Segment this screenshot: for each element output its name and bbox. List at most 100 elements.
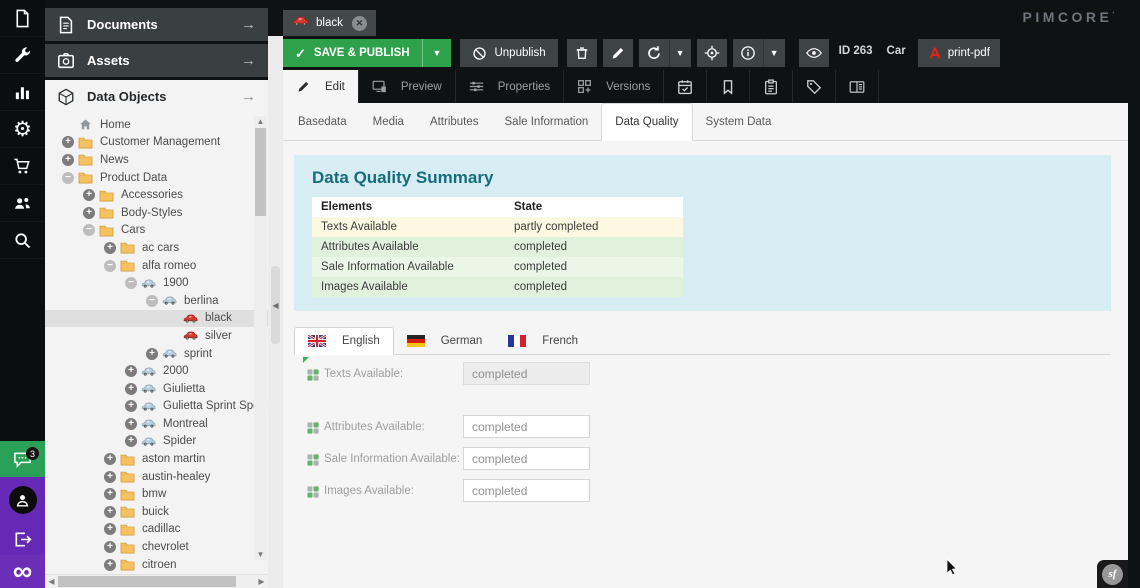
print-pdf-button[interactable]: print-pdf — [918, 39, 1000, 67]
info-button-caret[interactable]: ▼ — [763, 39, 785, 67]
expand-icon[interactable]: + — [83, 206, 99, 219]
tab-edit[interactable]: Edit — [283, 70, 359, 103]
subtab-basedata[interactable]: Basedata — [285, 103, 360, 141]
scroll-up-icon[interactable]: ▲ — [254, 116, 267, 127]
scrollbar-thumb[interactable] — [255, 128, 266, 216]
collapse-icon[interactable]: − — [125, 277, 141, 290]
open-preview-button[interactable] — [799, 39, 829, 67]
close-icon[interactable]: ✕ — [352, 16, 367, 31]
tree-item-gulietta-sprint-speciale[interactable]: +Gulietta Sprint Speciale — [45, 398, 268, 416]
tree-item-montreal[interactable]: +Montreal — [45, 415, 268, 433]
tree-item-product-data[interactable]: −Product Data — [45, 169, 268, 187]
info-button[interactable] — [733, 39, 763, 67]
save-options-caret[interactable]: ▼ — [422, 39, 452, 67]
tab-reports[interactable] — [750, 70, 793, 103]
accordion-data-objects[interactable]: Data Objects → — [45, 80, 268, 113]
collapse-icon[interactable]: − — [104, 259, 120, 272]
reports-icon[interactable] — [0, 74, 45, 111]
symfony-toolbar-button[interactable]: sf — [1097, 560, 1128, 588]
tree-item-ac-cars[interactable]: +ac cars — [45, 239, 268, 257]
tree-vertical-scrollbar[interactable]: ▲ ▼ — [254, 116, 267, 560]
expand-icon[interactable]: + — [104, 558, 120, 571]
search-icon[interactable] — [0, 222, 45, 259]
scroll-left-icon[interactable]: ◀ — [45, 575, 58, 588]
tools-icon[interactable] — [0, 37, 45, 74]
tree-item-cars[interactable]: −Cars — [45, 222, 268, 240]
subtab-sale-information[interactable]: Sale Information — [492, 103, 602, 141]
scrollbar-thumb[interactable] — [58, 576, 236, 587]
settings-icon[interactable]: ⚙ — [0, 111, 45, 148]
notifications-icon[interactable]: 3 — [0, 441, 45, 477]
expand-icon[interactable]: + — [104, 241, 120, 254]
tree-item-1900[interactable]: −1900 — [45, 274, 268, 292]
tree-item-sprint[interactable]: +sprint — [45, 345, 268, 363]
tab-schedule[interactable] — [664, 70, 707, 103]
reload-button[interactable] — [639, 39, 669, 67]
tree-item-accessories[interactable]: +Accessories — [45, 186, 268, 204]
tree-item-cadillac[interactable]: +cadillac — [45, 521, 268, 539]
expand-icon[interactable]: + — [125, 400, 141, 413]
panel-splitter[interactable]: ◀ — [268, 36, 283, 588]
expand-icon[interactable]: + — [62, 136, 78, 149]
tree-item-bmw[interactable]: +bmw — [45, 485, 268, 503]
tree-item-spider[interactable]: +Spider — [45, 433, 268, 451]
tree-item-black[interactable]: black — [45, 310, 268, 328]
accordion-documents[interactable]: Documents → — [45, 8, 268, 41]
tree-item-aston-martin[interactable]: +aston martin — [45, 450, 268, 468]
subtab-system-data[interactable]: System Data — [693, 103, 785, 141]
language-tab-english[interactable]: English — [294, 327, 394, 355]
collapse-icon[interactable]: − — [62, 171, 78, 184]
tree-item-buick[interactable]: +buick — [45, 503, 268, 521]
tree-item-citroen[interactable]: +citroen — [45, 556, 268, 574]
tree-item-austin-healey[interactable]: +austin-healey — [45, 468, 268, 486]
arrow-right-icon[interactable]: → — [241, 52, 256, 69]
arrow-right-icon[interactable]: → — [241, 16, 256, 33]
tree-item-chevrolet[interactable]: +chevrolet — [45, 538, 268, 556]
expand-icon[interactable]: + — [104, 470, 120, 483]
locate-in-tree-button[interactable] — [697, 39, 727, 67]
collapse-panel-handle[interactable]: ◀ — [271, 266, 280, 344]
arrow-right-icon[interactable]: → — [241, 88, 256, 105]
tree-item-home[interactable]: Home — [45, 116, 268, 134]
expand-icon[interactable]: + — [125, 365, 141, 378]
subtab-media[interactable]: Media — [360, 103, 417, 141]
expand-icon[interactable]: + — [125, 382, 141, 395]
collapse-icon[interactable]: − — [83, 224, 99, 237]
unpublish-button[interactable]: Unpublish — [460, 39, 557, 67]
save-publish-button[interactable]: ✓ SAVE & PUBLISH ▼ — [283, 39, 451, 67]
expand-icon[interactable]: + — [62, 153, 78, 166]
pimcore-logo-icon[interactable]: ∞ — [0, 555, 45, 588]
expand-icon[interactable]: + — [104, 453, 120, 466]
collapse-icon[interactable]: − — [146, 294, 162, 307]
tree-item-alfa-romeo[interactable]: −alfa romeo — [45, 257, 268, 275]
language-tab-german[interactable]: German — [394, 327, 496, 355]
language-tab-french[interactable]: French — [495, 327, 591, 355]
tab-preview[interactable]: Preview — [359, 70, 456, 103]
tree-item-customer-management[interactable]: +Customer Management — [45, 134, 268, 152]
tree-horizontal-scrollbar[interactable]: ◀ ▶ — [45, 574, 268, 588]
tree-item-news[interactable]: +News — [45, 151, 268, 169]
field-input[interactable] — [463, 362, 590, 385]
tree-item-body-styles[interactable]: +Body-Styles — [45, 204, 268, 222]
tab-tags[interactable] — [793, 70, 836, 103]
field-input[interactable] — [463, 479, 590, 502]
expand-icon[interactable]: + — [146, 347, 162, 360]
logout-icon[interactable] — [0, 523, 45, 555]
rename-button[interactable] — [603, 39, 633, 67]
expand-icon[interactable]: + — [104, 541, 120, 554]
tab-workflow[interactable] — [836, 70, 879, 103]
accordion-assets[interactable]: Assets → — [45, 44, 268, 77]
field-input[interactable] — [463, 415, 590, 438]
expand-icon[interactable]: + — [83, 189, 99, 202]
subtab-data-quality[interactable]: Data Quality — [601, 103, 692, 141]
tree-item-2000[interactable]: +2000 — [45, 362, 268, 380]
expand-icon[interactable]: + — [125, 417, 141, 430]
tab-notes[interactable] — [707, 70, 750, 103]
subtab-attributes[interactable]: Attributes — [417, 103, 492, 141]
ecommerce-icon[interactable] — [0, 148, 45, 185]
expand-icon[interactable]: + — [104, 488, 120, 501]
tree-item-giulietta[interactable]: +Giulietta — [45, 380, 268, 398]
tab-versions[interactable]: Versions — [564, 70, 664, 103]
expand-icon[interactable]: + — [104, 523, 120, 536]
tab-properties[interactable]: Properties — [456, 70, 564, 103]
